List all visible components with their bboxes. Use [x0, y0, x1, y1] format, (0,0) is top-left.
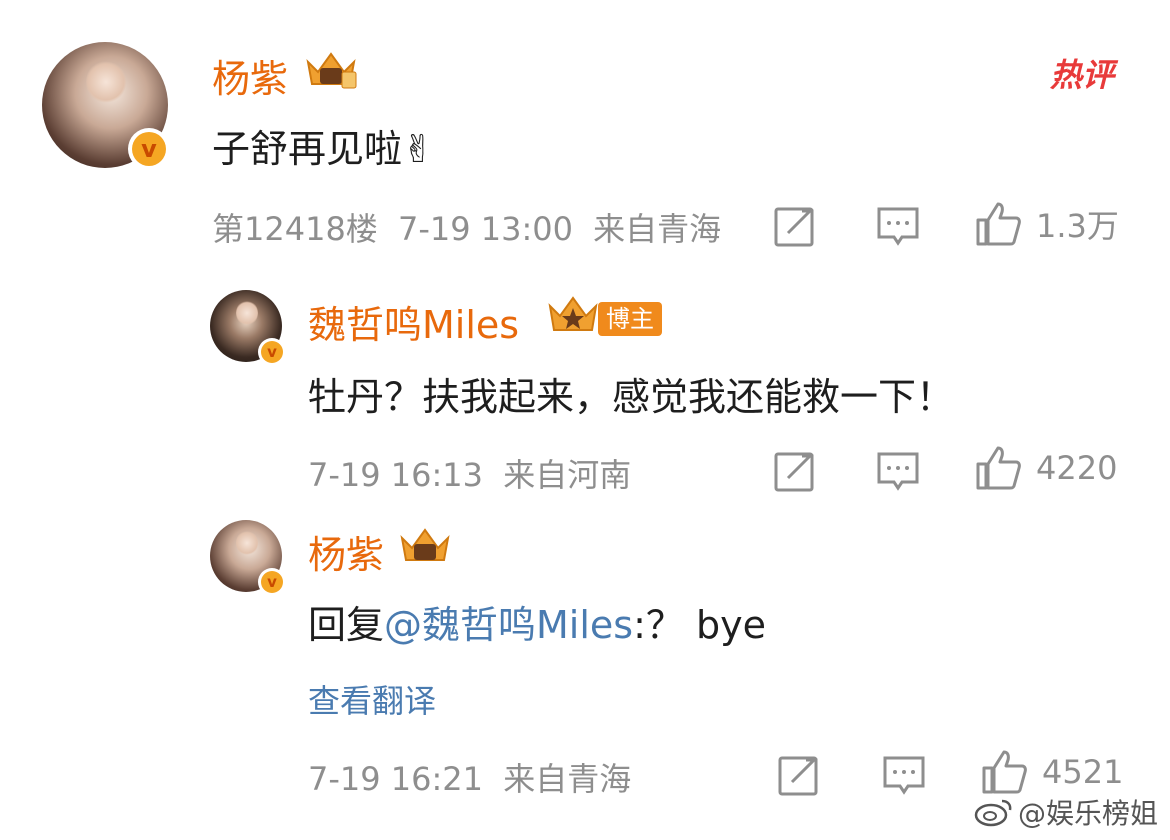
repost-icon[interactable] [774, 450, 818, 492]
avatar[interactable]: v [210, 520, 286, 596]
comment-text: 子舒再见啦✌ [212, 127, 434, 171]
like-count: 4220 [1036, 449, 1118, 487]
author-badge: 博主 [598, 302, 662, 336]
comment-1: v 杨紫 热评 子舒再见啦✌ 第12418楼 7-19 13:00 来自青海 1… [0, 0, 1170, 290]
avatar[interactable]: v [210, 290, 286, 366]
timestamp: 7-19 13:00 [397, 210, 573, 248]
translate-link[interactable]: 查看翻译 [308, 676, 436, 722]
comment-icon[interactable] [876, 205, 920, 247]
comment-3: v 杨紫 回复@魏哲鸣Miles:？ bye 查看翻译 7-19 16:21 来… [0, 516, 1170, 816]
thumbs-up-icon [982, 750, 1027, 794]
weibo-logo-icon [974, 799, 1012, 827]
comment-icon[interactable] [876, 450, 920, 492]
reply-text: 回复@魏哲鸣Miles:？ bye [308, 594, 766, 649]
crown-badge-icon [548, 296, 598, 331]
like-button[interactable]: 1.3万 [974, 200, 1119, 248]
watermark: @娱乐榜姐 [974, 792, 1158, 832]
location: 来自青海 [593, 210, 722, 248]
watermark-text: @娱乐榜姐 [1017, 797, 1158, 830]
username[interactable]: 杨紫 [308, 524, 384, 579]
avatar[interactable]: v [42, 42, 170, 170]
verified-badge-icon: v [258, 568, 286, 596]
username[interactable]: 杨紫 [212, 48, 288, 103]
crown-badge-icon [306, 52, 357, 89]
location: 来自河南 [503, 456, 632, 494]
repost-icon[interactable] [778, 754, 822, 796]
hot-comment-badge: 热评 [1050, 56, 1115, 94]
timestamp: 7-19 16:13 [308, 456, 484, 494]
avatar-face [86, 60, 126, 104]
timestamp: 7-19 16:21 [308, 760, 484, 798]
comment-meta: 7-19 16:13 来自河南 [308, 450, 631, 496]
location: 来自青海 [503, 760, 632, 798]
thumbs-up-icon [976, 446, 1021, 490]
comment-meta: 7-19 16:21 来自青海 [308, 754, 631, 800]
like-count: 1.3万 [1036, 207, 1119, 245]
comment-meta: 第12418楼 7-19 13:00 来自青海 [212, 204, 721, 250]
reply-prefix: 回复 [308, 603, 385, 647]
mention-link[interactable]: @魏哲鸣Miles [384, 603, 633, 647]
repost-icon[interactable] [774, 205, 818, 247]
avatar-face [236, 530, 258, 556]
floor-number: 第12418楼 [212, 210, 378, 248]
verified-badge-icon: v [128, 128, 170, 170]
thumbs-up-icon [976, 202, 1021, 246]
avatar-face [236, 300, 258, 326]
comment-2: v 魏哲鸣Miles 博主 牡丹？扶我起来，感觉我还能救一下！ 7-19 16:… [0, 290, 1170, 510]
like-button[interactable]: 4220 [974, 444, 1117, 492]
comment-icon[interactable] [882, 754, 926, 796]
like-count: 4521 [1042, 753, 1124, 791]
like-button[interactable]: 4521 [980, 748, 1123, 796]
reply-body: :？ bye [633, 603, 766, 647]
username[interactable]: 魏哲鸣Miles [308, 294, 519, 349]
crown-badge-icon [400, 528, 450, 561]
verified-badge-icon: v [258, 338, 286, 366]
comment-text: 牡丹？扶我起来，感觉我还能救一下！ [308, 375, 955, 419]
